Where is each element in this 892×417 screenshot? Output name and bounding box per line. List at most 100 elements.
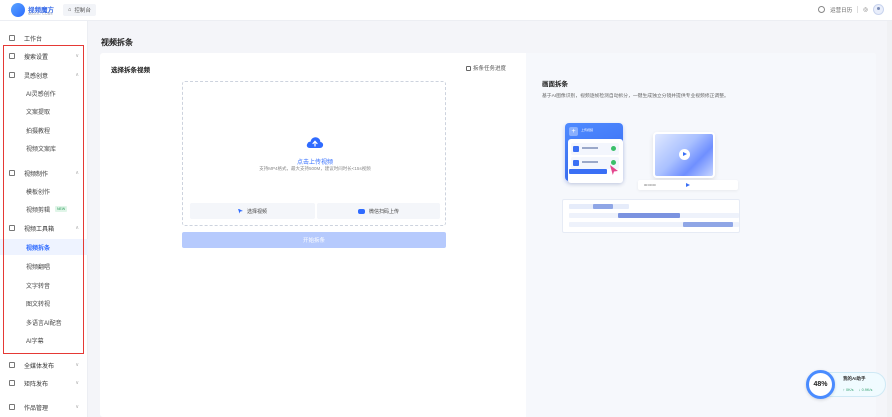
tab-home-label: 控制台 xyxy=(74,8,91,14)
sidebar-item-matrix-publish[interactable]: 矩阵发布 ∨ xyxy=(0,375,88,391)
toolbox-icon xyxy=(9,225,15,231)
bulb-icon xyxy=(9,72,15,78)
sidebar-item-toolbox[interactable]: 视频工具箱 ∧ xyxy=(0,220,88,236)
sidebar-item-label: 模板创作 xyxy=(26,189,51,196)
upload-hint: 支持MP4格式，最大支持500M，建议时间时长<15s视频 xyxy=(259,166,371,171)
video-icon xyxy=(9,170,15,176)
sidebar-item-inspiration[interactable]: 灵感创意 ∧ xyxy=(0,67,88,83)
play-icon xyxy=(679,149,690,160)
sidebar-item-label: 搜索设置 xyxy=(24,54,49,61)
brand-sub: MAGIC CUBE xyxy=(28,12,54,16)
line xyxy=(582,147,598,149)
matrix-icon xyxy=(9,380,15,386)
player-bar-illustration: 00:00:00 xyxy=(638,180,738,190)
sidebar-item-multilang-dub[interactable]: 多语言AI配音 xyxy=(0,314,88,330)
brand-logo-icon[interactable] xyxy=(11,3,25,17)
cursor-icon xyxy=(237,208,243,214)
help-icon[interactable]: ◎ xyxy=(863,7,868,13)
start-split-button[interactable]: 开始拆条 xyxy=(182,232,446,248)
sidebar-item-label: 拍摄教程 xyxy=(26,128,51,135)
sidebar-item-shoot-tutorial[interactable]: 拍摄教程 xyxy=(0,122,88,138)
cloud-upload-icon xyxy=(306,137,324,148)
sidebar-item-label: 矩阵发布 xyxy=(24,381,49,388)
avatar[interactable] xyxy=(873,4,884,15)
sidebar-item-works[interactable]: 作品管理 ∨ xyxy=(0,399,88,415)
sidebar-item-omni-publish[interactable]: 全媒体发布 ∨ xyxy=(0,357,88,373)
timeline-illustration xyxy=(562,199,740,233)
sidebar-item-copy-library[interactable]: 视频文案库 xyxy=(0,140,88,156)
sidebar-item-label: 灵感创意 xyxy=(24,73,49,80)
sidebar-item-label: 视频工具箱 xyxy=(24,226,55,233)
sidebar-item-label: 视频拆条 xyxy=(26,245,51,252)
play-icon xyxy=(686,183,690,187)
sidebar-item-label: 视频制作 xyxy=(24,171,49,178)
sidebar-item-video-production[interactable]: 视频制作 ∧ xyxy=(0,165,88,181)
wechat-upload-label: 微信扫码上传 xyxy=(368,208,399,215)
intro-title: 画面拆条 xyxy=(542,81,568,88)
feature-illustration: + 上传视频 00:00:00 xyxy=(560,120,750,235)
plus-icon: + xyxy=(569,127,578,136)
sidebar-item-copy-extract[interactable]: 文案提取 xyxy=(0,103,88,119)
notice-link[interactable]: 运营日历 xyxy=(830,6,852,14)
file-row xyxy=(571,143,619,155)
home-icon: ⌂ xyxy=(68,7,72,13)
sidebar-item-label: AI灵感创作 xyxy=(26,91,56,98)
folder-icon xyxy=(9,404,15,410)
ai-assistant-stats: ↑ 0K/s ↓ 0.9K/s xyxy=(843,388,872,392)
ai-assistant-title[interactable]: 我的AI助手 xyxy=(843,376,866,382)
upload-area[interactable]: 点击上传视频 支持MP4格式，最大支持500M，建议时间时长<15s视频 选择视… xyxy=(182,81,446,226)
sidebar-item-workbench[interactable]: 工作台 xyxy=(0,30,88,46)
sidebar-item-video-edit[interactable]: 视频剪辑 NEW xyxy=(0,201,88,217)
usage-percent[interactable]: 48% xyxy=(806,370,835,399)
video-preview-illustration xyxy=(653,132,715,178)
sidebar-item-video-split[interactable]: 视频拆条 xyxy=(0,239,88,255)
play-icon xyxy=(573,160,579,166)
sidebar-item-label: 作品管理 xyxy=(24,405,49,412)
bell-icon[interactable] xyxy=(818,6,826,13)
publish-icon xyxy=(9,362,15,368)
illus-card-title: 上传视频 xyxy=(581,128,594,132)
check-icon xyxy=(611,160,616,165)
select-video-label: 选择视频 xyxy=(246,208,267,215)
sidebar-item-label: 视频文案库 xyxy=(26,146,57,153)
select-video-button[interactable]: 选择视频 xyxy=(190,203,315,219)
time-label: 00:00:00 xyxy=(644,183,656,187)
chevron-up-icon: ∧ xyxy=(75,170,79,176)
sidebar-item-ai-inspiration[interactable]: AI灵感创作 xyxy=(0,85,88,101)
timeline-clip xyxy=(683,222,733,227)
scrollbar[interactable] xyxy=(887,21,892,417)
check-icon xyxy=(611,146,616,151)
sidebar-item-template[interactable]: 模板创作 xyxy=(0,183,88,199)
sidebar-item-label: 图文转视 xyxy=(26,301,51,308)
wechat-upload-button[interactable]: 微信扫码上传 xyxy=(317,203,440,219)
sidebar-item-text-to-speech[interactable]: 文字转音 xyxy=(0,277,88,293)
sidebar-item-search-settings[interactable]: 搜索设置 ∨ xyxy=(0,48,88,64)
sidebar-item-label: 全媒体发布 xyxy=(24,363,55,370)
file-list-illustration xyxy=(568,139,623,183)
search-icon xyxy=(9,53,15,59)
upload-title[interactable]: 点击上传视频 xyxy=(183,157,447,166)
top-bar: 视频魔方 MAGIC CUBE ⌂ 控制台 运营日历 ◎ xyxy=(0,0,892,21)
upload-speed: ↑ 0K/s xyxy=(843,388,854,392)
section-title: 选择拆条视频 xyxy=(111,67,150,74)
intro-desc: 基于AI图像识别，视频逐帧检测自动拆分，一键生成独立分镜并提供专业视频修正调整。 xyxy=(542,94,729,99)
task-progress-link[interactable]: 拆条任务进度 xyxy=(466,64,506,72)
chevron-up-icon: ∧ xyxy=(75,72,79,78)
progress-bar-illustration xyxy=(569,169,607,174)
chevron-down-icon: ∨ xyxy=(75,404,79,410)
sidebar-item-ai-subtitle[interactable]: AI字幕 xyxy=(0,332,88,348)
workbench-icon xyxy=(9,35,15,41)
chevron-down-icon: ∨ xyxy=(75,380,79,386)
wechat-icon xyxy=(357,208,365,214)
new-badge: NEW xyxy=(55,206,68,212)
page-title: 视频拆条 xyxy=(101,38,133,47)
sidebar-item-image-to-video[interactable]: 图文转视 xyxy=(0,295,88,311)
download-speed: ↓ 0.9K/s xyxy=(858,388,873,392)
divider xyxy=(857,6,859,13)
tab-home[interactable]: ⌂ 控制台 xyxy=(63,4,96,16)
chevron-up-icon: ∧ xyxy=(75,225,79,231)
sidebar-item-video-cover[interactable]: 视频翻唱 xyxy=(0,258,88,274)
sidebar-item-label: 文字转音 xyxy=(26,283,51,290)
chevron-down-icon: ∨ xyxy=(75,362,79,368)
sidebar-item-label: 文案提取 xyxy=(26,109,51,116)
